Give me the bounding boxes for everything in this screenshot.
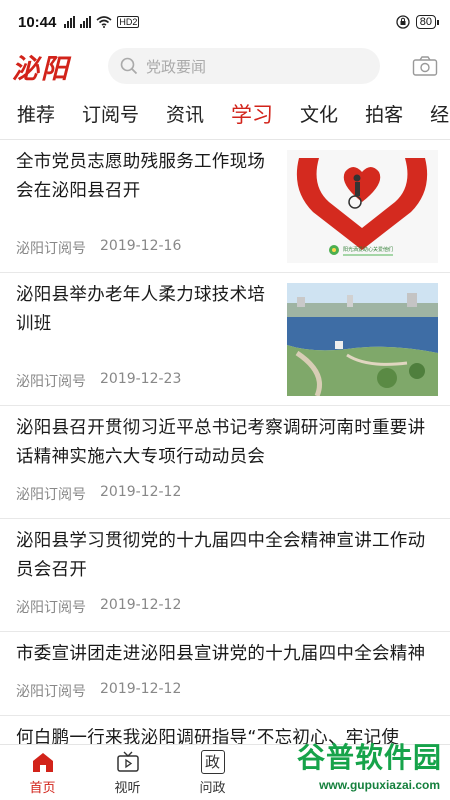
news-item[interactable]: 泌阳县召开贯彻习近平总书记考察调研河南时重要讲话精神实施六大专项行动动员会 泌阳… bbox=[0, 406, 450, 519]
tab-news[interactable]: 资讯 bbox=[166, 100, 204, 127]
lock-rotation-icon bbox=[396, 15, 410, 29]
search-placeholder: 党政要闻 bbox=[146, 57, 207, 76]
news-date: 2019-12-16 bbox=[100, 238, 182, 254]
tab-economy[interactable]: 经 bbox=[430, 100, 449, 127]
news-thumbnail bbox=[287, 283, 438, 396]
search-bar[interactable]: 党政要闻 bbox=[108, 48, 380, 84]
watermark-url: www.gupuxiazai.com bbox=[319, 778, 440, 792]
news-title: 泌阳县学习贯彻党的十九届四中全会精神宣讲工作动员会召开 bbox=[16, 531, 426, 580]
tab-culture[interactable]: 文化 bbox=[300, 100, 338, 127]
news-meta: 泌阳订阅号 2019-12-23 bbox=[16, 371, 181, 391]
category-tabs: 推荐 订阅号 资讯 学习 文化 拍客 经 bbox=[0, 88, 450, 140]
news-title: 泌阳县举办老年人柔力球技术培训班 bbox=[16, 285, 266, 334]
tab-study[interactable]: 学习 bbox=[231, 99, 273, 129]
bottom-nav: 首页 视听 政 问政 谷普软件园 www.gupuxiazai.com bbox=[0, 741, 450, 800]
news-meta: 泌阳订阅号 2019-12-12 bbox=[16, 597, 436, 617]
network-badge: HD2 bbox=[117, 16, 140, 28]
nav-politics[interactable]: 政 问政 bbox=[170, 745, 255, 800]
news-source: 泌阳订阅号 bbox=[16, 241, 86, 257]
news-item[interactable]: 全市党员志愿助残服务工作现场会在泌阳县召开 泌阳订阅号 2019-12-16 阳… bbox=[0, 140, 450, 273]
news-title: 泌阳县召开贯彻习近平总书记考察调研河南时重要讲话精神实施六大专项行动动员会 bbox=[16, 418, 426, 467]
camera-icon[interactable] bbox=[412, 55, 438, 77]
wifi-icon bbox=[96, 16, 112, 28]
watermark-text: 谷普软件园 bbox=[296, 741, 442, 774]
news-item[interactable]: 泌阳县举办老年人柔力球技术培训班 泌阳订阅号 2019-12-23 bbox=[0, 273, 450, 406]
battery-indicator: 80 bbox=[415, 15, 440, 29]
app-logo[interactable]: 泌阳 bbox=[12, 47, 94, 86]
news-item[interactable]: 市委宣讲团走进泌阳县宣讲党的十九届四中全会精神 泌阳订阅号 2019-12-12 bbox=[0, 632, 450, 716]
clock: 10:44 bbox=[18, 13, 57, 31]
tv-icon bbox=[116, 750, 140, 774]
signal-icon-2 bbox=[80, 16, 92, 28]
nav-home-label: 首页 bbox=[29, 780, 56, 796]
news-date: 2019-12-12 bbox=[100, 681, 182, 697]
news-thumbnail: 阳光洒爱助心关爱他们 bbox=[287, 150, 438, 263]
signal-indicators: HD2 bbox=[64, 16, 140, 28]
zheng-glyph: 政 bbox=[204, 752, 220, 771]
nav-home[interactable]: 首页 bbox=[0, 745, 85, 800]
tab-subscriptions[interactable]: 订阅号 bbox=[82, 100, 139, 127]
news-date: 2019-12-12 bbox=[100, 597, 182, 613]
status-bar: 10:44 HD2 80 bbox=[0, 0, 450, 44]
news-meta: 泌阳订阅号 2019-12-16 bbox=[16, 238, 181, 258]
app-header: 泌阳 党政要闻 bbox=[0, 44, 450, 88]
tab-photographer[interactable]: 拍客 bbox=[365, 100, 403, 127]
tab-recommend[interactable]: 推荐 bbox=[17, 100, 55, 127]
news-date: 2019-12-12 bbox=[100, 484, 182, 500]
news-date: 2019-12-23 bbox=[100, 371, 182, 387]
zheng-icon: 政 bbox=[200, 749, 225, 774]
news-title: 全市党员志愿助残服务工作现场会在泌阳县召开 bbox=[16, 152, 266, 201]
news-source: 泌阳订阅号 bbox=[16, 684, 86, 700]
nav-politics-label: 问政 bbox=[199, 780, 226, 796]
news-source: 泌阳订阅号 bbox=[16, 600, 86, 616]
news-title: 市委宣讲团走进泌阳县宣讲党的十九届四中全会精神 bbox=[16, 644, 426, 664]
signal-icon bbox=[64, 16, 76, 28]
nav-video[interactable]: 视听 bbox=[85, 745, 170, 800]
thumbnail-caption: 阳光洒爱助心关爱他们 bbox=[343, 246, 393, 253]
nav-video-label: 视听 bbox=[114, 780, 141, 796]
news-feed: 全市党员志愿助残服务工作现场会在泌阳县召开 泌阳订阅号 2019-12-16 阳… bbox=[0, 140, 450, 767]
news-item[interactable]: 泌阳县学习贯彻党的十九届四中全会精神宣讲工作动员会召开 泌阳订阅号 2019-1… bbox=[0, 519, 450, 632]
search-icon bbox=[120, 57, 138, 75]
news-meta: 泌阳订阅号 2019-12-12 bbox=[16, 484, 436, 504]
home-icon bbox=[31, 750, 55, 774]
news-meta: 泌阳订阅号 2019-12-12 bbox=[16, 681, 436, 701]
news-source: 泌阳订阅号 bbox=[16, 487, 86, 503]
watermark: 谷普软件园 www.gupuxiazai.com bbox=[246, 734, 446, 794]
news-source: 泌阳订阅号 bbox=[16, 374, 86, 390]
